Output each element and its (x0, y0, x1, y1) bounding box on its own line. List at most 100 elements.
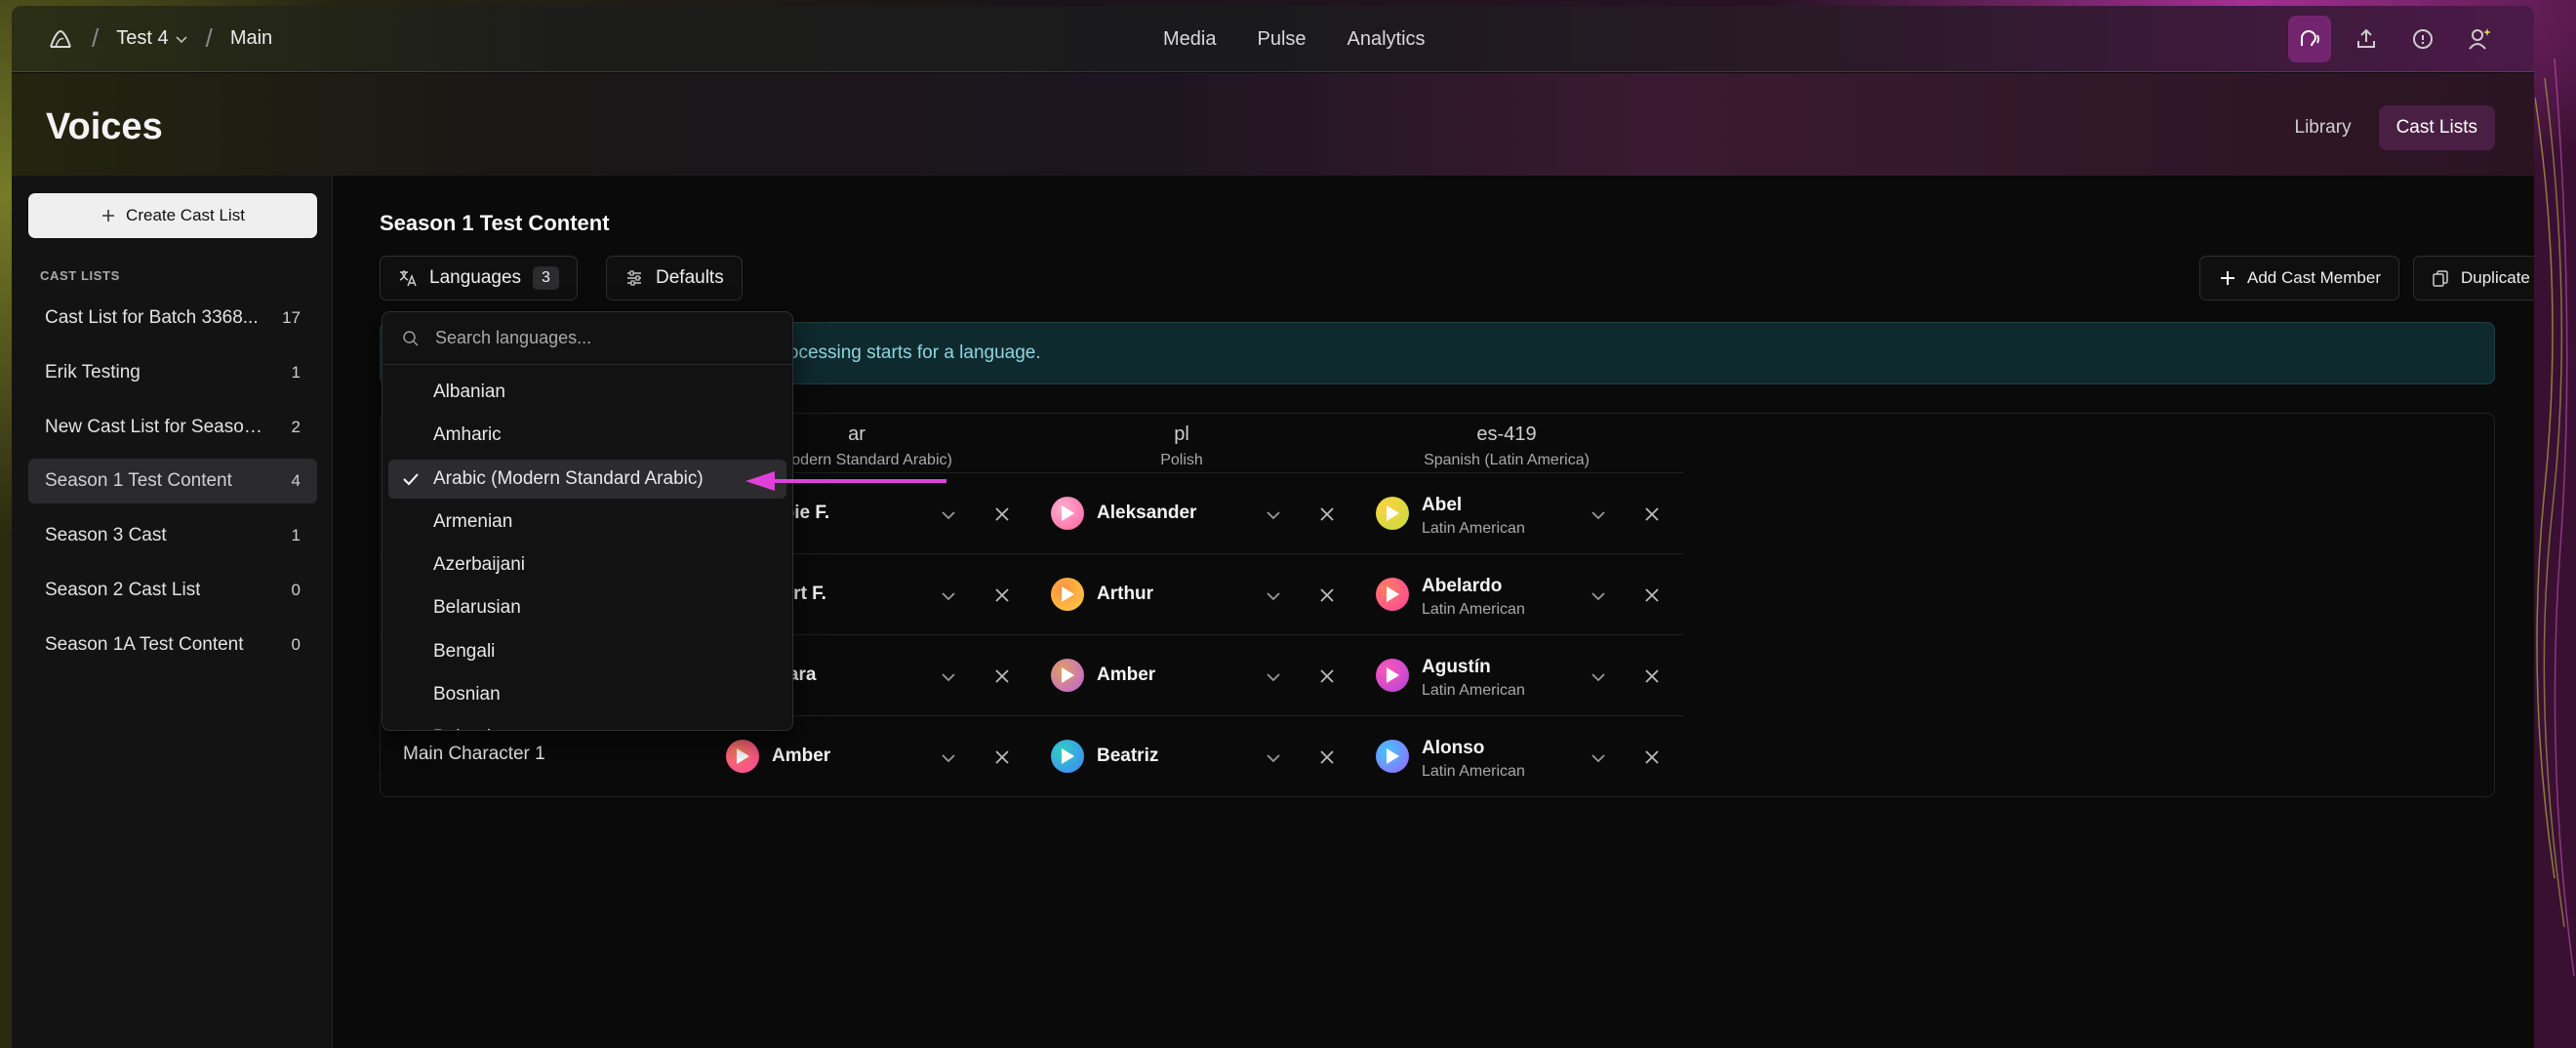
play-icon[interactable] (1387, 748, 1399, 764)
close-icon[interactable] (1643, 667, 1661, 685)
language-option[interactable]: Bosnian (388, 675, 786, 714)
close-icon[interactable] (1318, 586, 1336, 604)
close-icon[interactable] (1643, 748, 1661, 766)
close-icon[interactable] (1318, 748, 1336, 766)
language-option[interactable]: Azerbaijani (388, 545, 786, 584)
logo-icon[interactable] (47, 25, 74, 53)
close-icon[interactable] (993, 505, 1011, 523)
sidebar-item-label: Season 3 Cast (45, 525, 167, 546)
sidebar-item[interactable]: Season 1A Test Content 0 (28, 623, 317, 667)
voice-name: Abelardo (1422, 576, 1503, 596)
voice-accent: Latin American (1422, 682, 1525, 699)
duplicate-button[interactable]: Duplicate (2413, 256, 2534, 301)
sidebar-item-count: 1 (291, 362, 301, 382)
languages-dropdown: Albanian Amharic Arabic (Modern Standard… (382, 311, 793, 731)
language-option[interactable]: Amharic (388, 416, 786, 455)
sidebar-item-count: 17 (282, 308, 301, 327)
chevron-down-icon[interactable] (939, 505, 958, 525)
sidebar-item[interactable]: Cast List for Batch 3368... 17 (28, 296, 317, 341)
language-option-selected[interactable]: Arabic (Modern Standard Arabic) (388, 459, 786, 499)
voice-cell[interactable]: Beatriz (1051, 716, 1376, 797)
tab-cast-lists[interactable]: Cast Lists (2378, 105, 2495, 150)
voices-icon-button[interactable] (2288, 16, 2331, 62)
tab-library[interactable]: Library (2277, 105, 2369, 150)
languages-button[interactable]: Languages 3 (380, 256, 578, 301)
top-nav: / Test 4 / Main Media Pulse Analytics (12, 6, 2534, 72)
play-icon[interactable] (1387, 505, 1399, 521)
voice-name: Abel (1422, 495, 1463, 515)
chevron-down-icon (176, 35, 187, 43)
app-window: / Test 4 / Main Media Pulse Analytics Vo… (12, 6, 2534, 1048)
voice-cell[interactable]: Amber (1051, 635, 1376, 716)
chevron-down-icon[interactable] (939, 748, 958, 768)
play-icon[interactable] (1387, 586, 1399, 602)
feedback-icon-button[interactable] (2401, 16, 2444, 62)
play-icon[interactable] (1387, 667, 1399, 683)
user-icon (2469, 28, 2491, 50)
close-icon[interactable] (1318, 667, 1336, 685)
play-icon[interactable] (1062, 505, 1074, 521)
chat-icon (2413, 29, 2433, 49)
close-icon[interactable] (993, 586, 1011, 604)
play-icon[interactable] (1062, 748, 1074, 764)
create-cast-list-button[interactable]: Create Cast List (28, 193, 317, 238)
chevron-down-icon[interactable] (1264, 667, 1283, 687)
close-icon[interactable] (1318, 505, 1336, 523)
sidebar-item[interactable]: Season 3 Cast 1 (28, 513, 317, 558)
language-name: Spanish (Latin America) (1424, 452, 1590, 468)
chevron-down-icon[interactable] (939, 667, 958, 687)
play-icon[interactable] (737, 748, 749, 764)
defaults-button[interactable]: Defaults (606, 256, 743, 301)
language-search-input[interactable] (435, 328, 767, 348)
upload-icon (2357, 28, 2375, 48)
add-cast-member-button[interactable]: Add Cast Member (2199, 256, 2399, 301)
plus-icon (102, 210, 115, 222)
sidebar-item[interactable]: New Cast List for Season 2 2 (28, 405, 317, 450)
close-icon[interactable] (1643, 586, 1661, 604)
cast-list-title: Season 1 Test Content (380, 211, 610, 235)
play-icon[interactable] (1062, 586, 1074, 602)
page-crumb[interactable]: Main (230, 27, 272, 50)
sidebar-item-selected[interactable]: Season 1 Test Content 4 (28, 459, 317, 504)
close-icon[interactable] (1643, 505, 1661, 523)
nav-link-media[interactable]: Media (1163, 28, 1216, 51)
language-option[interactable]: Armenian (388, 503, 786, 542)
defaults-label: Defaults (656, 267, 724, 288)
chevron-down-icon[interactable] (1589, 667, 1608, 687)
chevron-down-icon[interactable] (1589, 505, 1608, 525)
project-selector[interactable]: Test 4 (116, 27, 187, 50)
sidebar-item-label: Season 1 Test Content (45, 470, 232, 492)
voice-accent: Latin American (1422, 763, 1525, 780)
voice-name: Beatriz (1097, 746, 1159, 766)
language-option[interactable]: Albanian (388, 373, 786, 412)
voice-cell[interactable]: Abel Latin American (1376, 473, 1701, 554)
language-option-label: Arabic (Modern Standard Arabic) (433, 467, 704, 489)
language-option[interactable]: Bengali (388, 632, 786, 671)
close-icon[interactable] (993, 748, 1011, 766)
chevron-down-icon[interactable] (939, 586, 958, 606)
chevron-down-icon[interactable] (1589, 586, 1608, 606)
voice-cell[interactable]: Arthur (1051, 554, 1376, 635)
account-icon-button[interactable] (2458, 16, 2501, 62)
page-title: Voices (46, 106, 163, 147)
voice-cell[interactable]: Aleksander (1051, 473, 1376, 554)
sidebar-item-count: 2 (291, 417, 301, 436)
play-icon[interactable] (1062, 667, 1074, 683)
voice-cell[interactable]: Abelardo Latin American (1376, 554, 1701, 635)
chevron-down-icon[interactable] (1264, 505, 1283, 525)
language-option[interactable]: Belarusian (388, 588, 786, 627)
nav-link-analytics[interactable]: Analytics (1348, 28, 1426, 51)
voice-cell[interactable]: Agustín Latin American (1376, 635, 1701, 716)
chevron-down-icon[interactable] (1264, 748, 1283, 768)
close-icon[interactable] (993, 667, 1011, 685)
breadcrumb-separator: / (92, 23, 100, 53)
sidebar-item-label: Erik Testing (45, 361, 141, 383)
chevron-down-icon[interactable] (1264, 586, 1283, 606)
upload-icon-button[interactable] (2345, 16, 2388, 62)
sidebar-item[interactable]: Season 2 Cast List 0 (28, 568, 317, 613)
sidebar-item[interactable]: Erik Testing 1 (28, 350, 317, 395)
voice-cell[interactable]: Alonso Latin American (1376, 716, 1701, 797)
language-option[interactable]: Bulgarian (388, 718, 786, 730)
nav-link-pulse[interactable]: Pulse (1257, 28, 1306, 51)
chevron-down-icon[interactable] (1589, 748, 1608, 768)
